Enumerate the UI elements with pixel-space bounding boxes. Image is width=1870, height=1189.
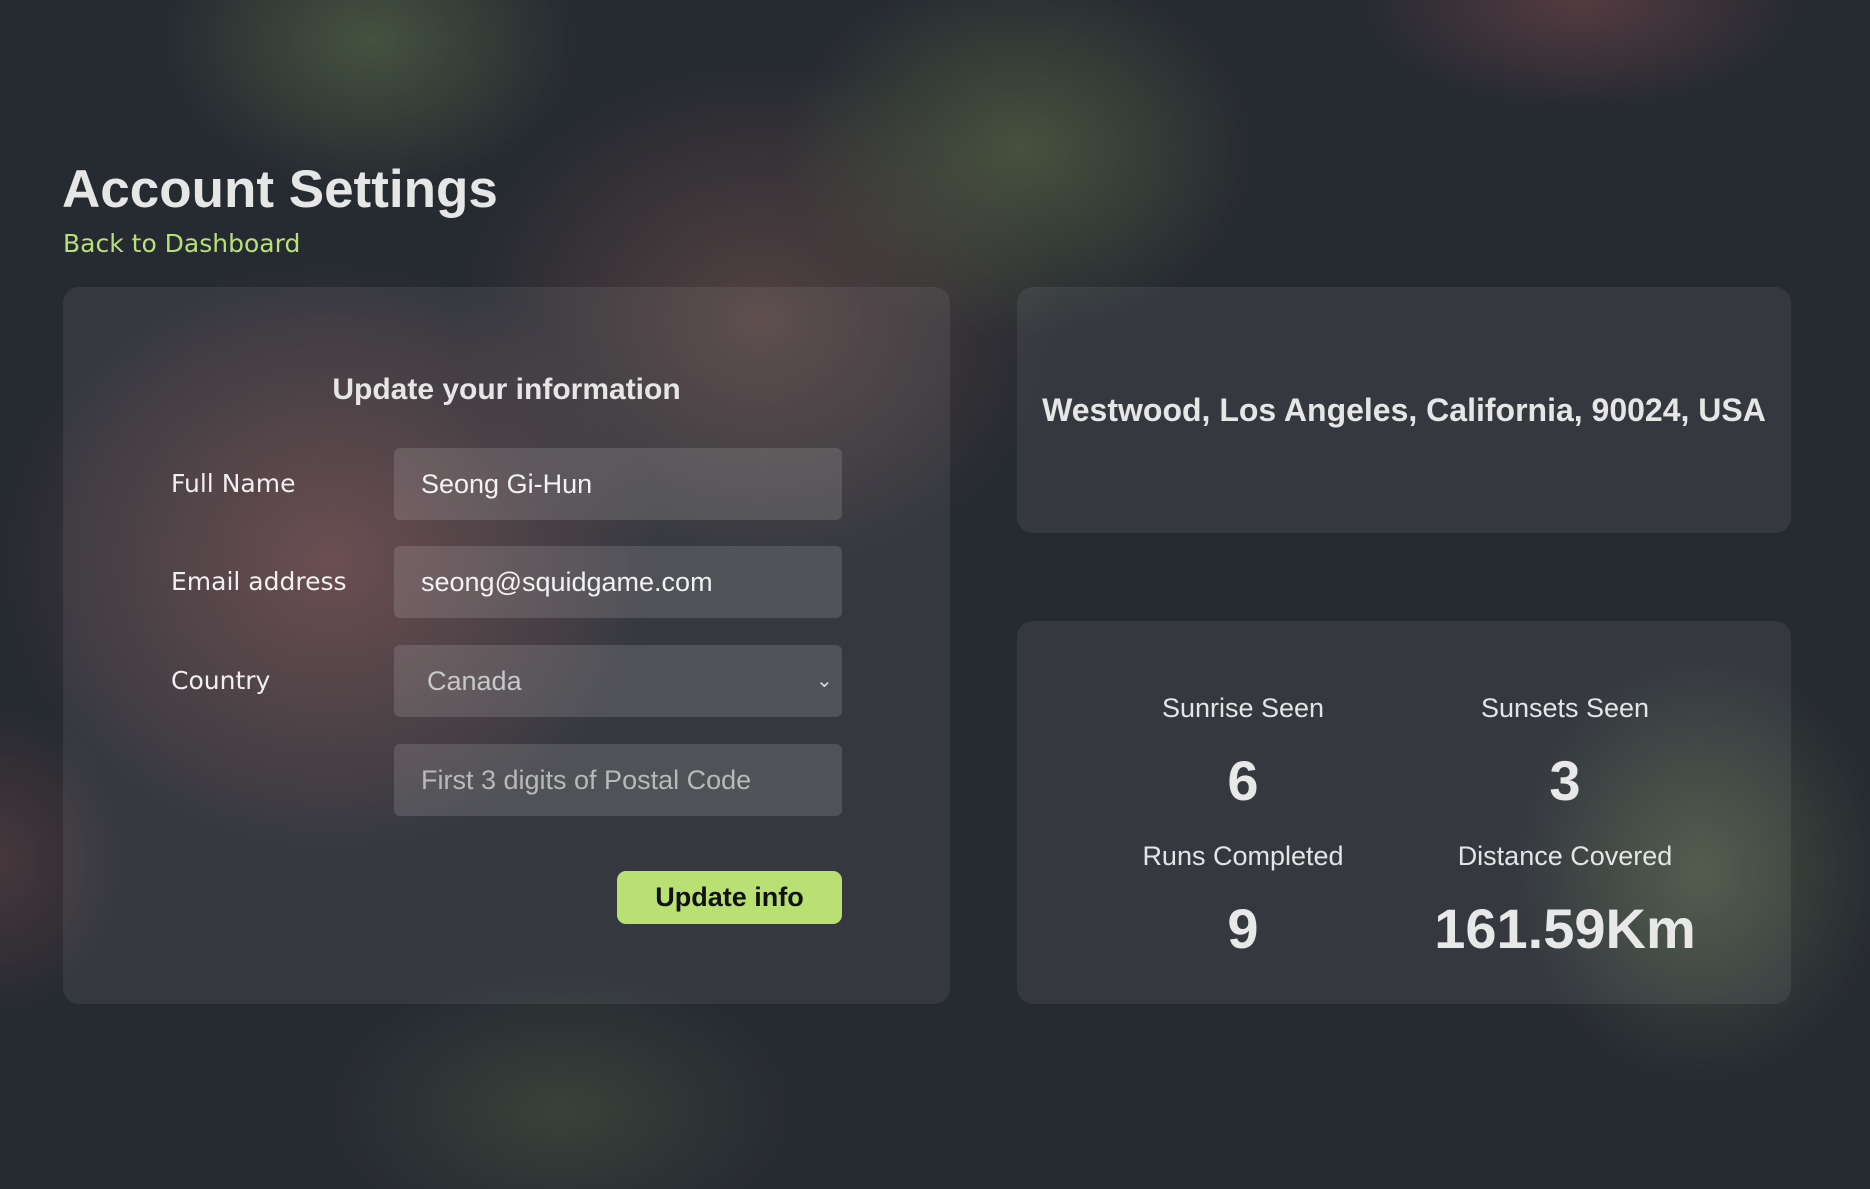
country-select-value: Canada [427, 666, 522, 696]
full-name-input[interactable] [394, 448, 842, 520]
postal-code-input[interactable] [394, 744, 842, 816]
distance-covered-label: Distance Covered [1457, 841, 1673, 871]
form-heading: Update your information [332, 373, 681, 406]
back-to-dashboard-link[interactable]: Back to Dashboard [63, 226, 300, 262]
sunrise-seen-value: 6 [1227, 749, 1259, 812]
update-info-button[interactable]: Update info [617, 871, 842, 924]
runs-completed-label: Runs Completed [1142, 841, 1344, 871]
email-label: Email address [171, 567, 347, 596]
sunsets-seen-value: 3 [1549, 749, 1581, 812]
location-address: Westwood, Los Angeles, California, 90024… [1042, 392, 1766, 428]
sunsets-seen-label: Sunsets Seen [1480, 693, 1650, 723]
email-input[interactable] [394, 546, 842, 618]
country-select[interactable]: Canada ⌄ [394, 645, 842, 717]
distance-covered-value: 161.59Km [1434, 897, 1696, 960]
full-name-label: Full Name [171, 469, 296, 498]
country-label: Country [171, 666, 271, 695]
sunrise-seen-label: Sunrise Seen [1161, 693, 1325, 723]
chevron-down-icon: ⌄ [816, 670, 833, 692]
page-title: Account Settings [62, 160, 498, 219]
runs-completed-value: 9 [1227, 897, 1259, 960]
